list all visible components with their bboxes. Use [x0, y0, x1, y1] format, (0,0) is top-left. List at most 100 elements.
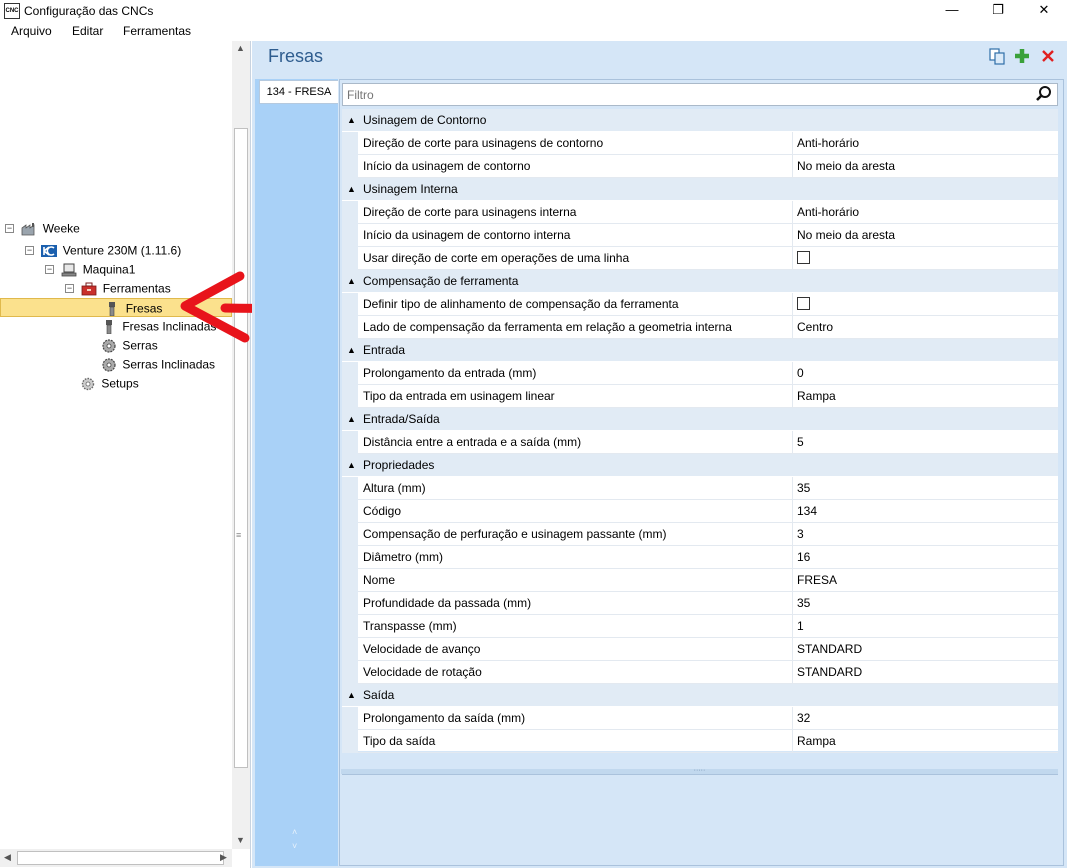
column-divider[interactable]	[792, 293, 793, 316]
minimize-button[interactable]: —	[929, 0, 975, 20]
category-row[interactable]: ▲ Propriedades	[342, 454, 1058, 477]
category-row[interactable]: ▲ Entrada/Saída	[342, 408, 1058, 431]
scroll-thumb[interactable]	[17, 851, 224, 865]
collapse-chevron-icon[interactable]: ▲	[347, 109, 356, 131]
scroll-left-icon[interactable]: ◀	[4, 852, 11, 863]
search-icon[interactable]	[1035, 85, 1053, 103]
column-divider[interactable]	[792, 500, 793, 523]
property-row[interactable]: Profundidade da passada (mm) 35	[342, 592, 1058, 615]
property-value[interactable]: 3	[797, 523, 804, 545]
category-row[interactable]: ▲ Entrada	[342, 339, 1058, 362]
column-divider[interactable]	[792, 155, 793, 178]
property-value[interactable]: Rampa	[797, 730, 836, 752]
tab-tool-134[interactable]: 134 - FRESA	[259, 80, 338, 104]
property-value[interactable]: 16	[797, 546, 810, 568]
column-divider[interactable]	[792, 730, 793, 753]
column-divider[interactable]	[792, 523, 793, 546]
column-divider[interactable]	[792, 638, 793, 661]
column-divider[interactable]	[792, 569, 793, 592]
column-divider[interactable]	[792, 316, 793, 339]
property-value[interactable]: 32	[797, 707, 810, 729]
close-button[interactable]: ✕	[1021, 0, 1067, 20]
property-value[interactable]: FRESA	[797, 569, 837, 591]
property-value[interactable]	[797, 293, 810, 315]
filter-field[interactable]	[342, 83, 1058, 106]
column-divider[interactable]	[792, 201, 793, 224]
tree-vertical-scrollbar[interactable]: ▲ ▼	[232, 41, 250, 849]
property-row[interactable]: Tipo da saída Rampa	[342, 730, 1058, 753]
tree-horizontal-scrollbar[interactable]: ◀ ▶	[0, 849, 232, 867]
tree-node-venture[interactable]: − Venture 230M (1.11.6)	[25, 241, 181, 260]
add-icon[interactable]	[1013, 47, 1031, 65]
column-divider[interactable]	[792, 546, 793, 569]
copy-icon[interactable]	[988, 47, 1006, 65]
tree-node-serras[interactable]: Serras	[101, 336, 158, 355]
collapse-chevron-icon[interactable]: ▲	[347, 684, 356, 706]
tree-node-setups[interactable]: Setups	[80, 374, 139, 393]
property-value[interactable]: 134	[797, 500, 817, 522]
property-row[interactable]: Usar direção de corte em operações de um…	[342, 247, 1058, 270]
property-value[interactable]: STANDARD	[797, 661, 862, 683]
property-value[interactable]: 0	[797, 362, 804, 384]
property-value[interactable]: Anti-horário	[797, 201, 859, 223]
tree-node-fresas-inclinadas[interactable]: Fresas Inclinadas	[101, 317, 216, 336]
column-divider[interactable]	[792, 132, 793, 155]
property-row[interactable]: Altura (mm) 35	[342, 477, 1058, 500]
column-divider[interactable]	[792, 477, 793, 500]
collapse-icon[interactable]: −	[25, 246, 34, 256]
column-divider[interactable]	[792, 431, 793, 454]
property-row[interactable]: Velocidade de rotação STANDARD	[342, 661, 1058, 684]
property-row[interactable]: Prolongamento da entrada (mm) 0	[342, 362, 1058, 385]
category-row[interactable]: ▲ Compensação de ferramenta	[342, 270, 1058, 293]
property-value[interactable]	[797, 247, 810, 269]
column-divider[interactable]	[792, 707, 793, 730]
property-value[interactable]: No meio da aresta	[797, 155, 895, 177]
menu-ferramentas[interactable]: Ferramentas	[123, 24, 191, 38]
scroll-right-icon[interactable]: ▶	[220, 852, 227, 863]
column-divider[interactable]	[792, 615, 793, 638]
property-value[interactable]: 1	[797, 615, 804, 637]
property-row[interactable]: Distância entre a entrada e a saída (mm)…	[342, 431, 1058, 454]
property-row[interactable]: Transpasse (mm) 1	[342, 615, 1058, 638]
column-divider[interactable]	[792, 247, 793, 270]
property-row[interactable]: Direção de corte para usinagens interna A…	[342, 201, 1058, 224]
property-row[interactable]: Tipo da entrada em usinagem linear Rampa	[342, 385, 1058, 408]
property-value[interactable]: 5	[797, 431, 804, 453]
menu-editar[interactable]: Editar	[72, 24, 103, 38]
checkbox[interactable]	[797, 297, 810, 311]
tab-scroll-up-icon[interactable]: ˄	[292, 827, 297, 837]
maximize-button[interactable]: ❐	[975, 0, 1021, 20]
tab-scroll-down-icon[interactable]: ˅	[292, 841, 297, 851]
property-row[interactable]: Direção de corte para usinagens de conto…	[342, 132, 1058, 155]
property-value[interactable]: STANDARD	[797, 638, 862, 660]
collapse-chevron-icon[interactable]: ▲	[347, 454, 356, 476]
collapse-chevron-icon[interactable]: ▲	[347, 178, 356, 200]
property-row[interactable]: Código 134	[342, 500, 1058, 523]
property-row[interactable]: Lado de compensação da ferramenta em rel…	[342, 316, 1058, 339]
property-value[interactable]: Rampa	[797, 385, 836, 407]
property-row[interactable]: Compensação de perfuração e usinagem pas…	[342, 523, 1058, 546]
property-value[interactable]: Centro	[797, 316, 833, 338]
column-divider[interactable]	[792, 385, 793, 408]
collapse-icon[interactable]: −	[45, 265, 54, 275]
category-row[interactable]: ▲ Usinagem de Contorno	[342, 109, 1058, 132]
collapse-chevron-icon[interactable]: ▲	[347, 408, 356, 430]
property-row[interactable]: Início da usinagem de contorno interna No…	[342, 224, 1058, 247]
tree-node-maquina1[interactable]: − Maquina1	[45, 260, 135, 279]
menu-arquivo[interactable]: Arquivo	[11, 24, 52, 38]
property-row[interactable]: Velocidade de avanço STANDARD	[342, 638, 1058, 661]
property-value[interactable]: No meio da aresta	[797, 224, 895, 246]
column-divider[interactable]	[792, 224, 793, 247]
scroll-up-icon[interactable]: ▲	[236, 43, 245, 53]
collapse-chevron-icon[interactable]: ▲	[347, 339, 356, 361]
property-row[interactable]: Nome FRESA	[342, 569, 1058, 592]
scroll-thumb[interactable]	[234, 128, 248, 768]
tree-node-weeke[interactable]: − Weeke	[5, 219, 80, 238]
property-row[interactable]: Diâmetro (mm) 16	[342, 546, 1058, 569]
collapse-chevron-icon[interactable]: ▲	[347, 270, 356, 292]
tree-node-fresas[interactable]: Fresas	[0, 298, 232, 317]
column-divider[interactable]	[792, 362, 793, 385]
property-row[interactable]: Início da usinagem de contorno No meio da…	[342, 155, 1058, 178]
property-value[interactable]: Anti-horário	[797, 132, 859, 154]
collapse-icon[interactable]: −	[65, 284, 74, 294]
